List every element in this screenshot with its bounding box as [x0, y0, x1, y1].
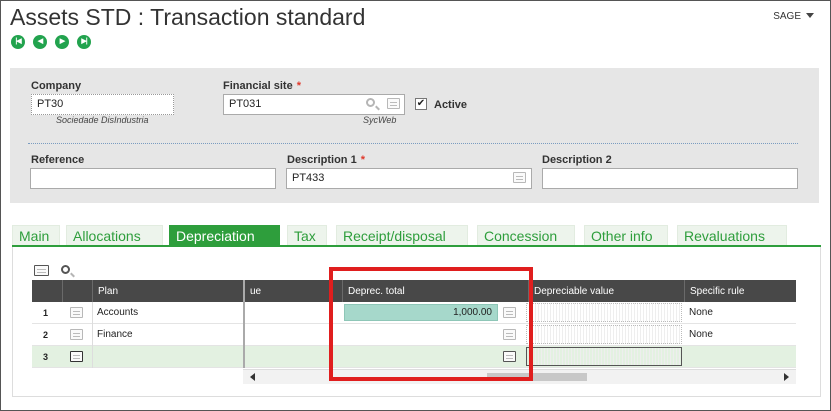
tab-depreciation[interactable]: Depreciation [169, 225, 280, 246]
user-menu[interactable]: SAGE [773, 11, 814, 22]
plan-cell[interactable]: Finance [92, 324, 242, 346]
row-number: 3 [43, 352, 49, 362]
description2-field[interactable] [542, 168, 798, 189]
financial-site-value: PT031 [229, 98, 262, 110]
specific-rule-cell[interactable]: None [684, 324, 796, 346]
search-icon[interactable] [366, 98, 375, 107]
tab-revaluations[interactable]: Revaluations [677, 225, 787, 246]
scroll-left-icon[interactable] [250, 373, 255, 381]
company-caption: Sociedade DisIndustria [56, 115, 149, 125]
row-menu-header [62, 280, 92, 302]
plan-cell[interactable]: Accounts [92, 302, 242, 324]
financial-site-label-text: Financial site [223, 80, 293, 92]
required-mark: * [296, 80, 301, 92]
tab-receipt-disposal[interactable]: Receipt/disposal [336, 225, 468, 246]
search-icon[interactable] [61, 265, 70, 274]
required-mark: * [360, 154, 365, 166]
scroll-right-icon[interactable] [784, 373, 789, 381]
column-divider [243, 346, 245, 368]
reference-label: Reference [31, 154, 85, 166]
row-menu-icon[interactable] [70, 351, 83, 362]
row-menu-icon[interactable] [70, 329, 83, 340]
financial-site-field[interactable]: PT031 [223, 94, 405, 115]
row-menu-icon[interactable] [70, 307, 83, 318]
company-label: Company [31, 80, 82, 92]
field-menu-icon[interactable] [387, 98, 400, 109]
column-divider [243, 324, 245, 346]
first-record-button[interactable]: |◀ [11, 35, 25, 49]
reference-field[interactable] [30, 168, 276, 189]
tab-other-info[interactable]: Other info [584, 225, 668, 246]
depreciable-value-cell[interactable] [526, 347, 682, 366]
description1-label-text: Description 1 [287, 154, 357, 166]
active-checkbox[interactable]: ✔ [415, 98, 427, 110]
financial-site-label: Financial site * [223, 80, 301, 92]
company-field[interactable]: PT30 [31, 94, 174, 115]
tab-main[interactable]: Main [12, 225, 60, 246]
field-menu-icon[interactable] [513, 172, 526, 183]
tab-tax[interactable]: Tax [287, 225, 327, 246]
description1-value: PT433 [292, 172, 325, 184]
specific-rule-header[interactable]: Specific rule [684, 280, 796, 302]
description1-field[interactable]: PT433 [286, 168, 532, 189]
last-record-button[interactable]: ▶| [77, 35, 91, 49]
row-number: 1 [43, 308, 49, 318]
specific-rule-cell[interactable]: None [684, 302, 796, 324]
active-label: Active [434, 99, 468, 111]
row-number: 2 [43, 330, 49, 340]
plan-header[interactable]: Plan [92, 280, 243, 302]
chevron-down-icon [806, 13, 814, 18]
column-divider [243, 302, 245, 324]
user-name: SAGE [773, 11, 801, 22]
previous-record-button[interactable]: ◀ [33, 35, 47, 49]
page-title: Assets STD : Transaction standard [10, 4, 366, 30]
grid-menu-icon[interactable] [34, 265, 49, 276]
section-divider [28, 143, 798, 144]
plan-cell[interactable] [92, 346, 242, 368]
value-header[interactable]: ue [243, 280, 342, 302]
financial-site-caption: SycWeb [363, 115, 397, 125]
highlight-box [329, 267, 533, 381]
tab-allocations[interactable]: Allocations [66, 225, 163, 246]
window: Assets STD : Transaction standard SAGE |… [0, 0, 831, 411]
depreciable-value-cell[interactable] [526, 325, 682, 344]
tab-concession[interactable]: Concession [477, 225, 575, 246]
depreciable-value-header[interactable]: Depreciable value [528, 280, 684, 302]
next-record-button[interactable]: ▶ [55, 35, 69, 49]
depreciable-value-cell[interactable] [526, 303, 682, 322]
description2-label: Description 2 [542, 154, 612, 166]
tab-bar: Main Allocations Depreciation Tax Receip… [12, 225, 821, 246]
specific-rule-cell[interactable] [684, 346, 796, 368]
description1-label: Description 1 * [287, 154, 365, 166]
row-number-header [32, 280, 62, 302]
